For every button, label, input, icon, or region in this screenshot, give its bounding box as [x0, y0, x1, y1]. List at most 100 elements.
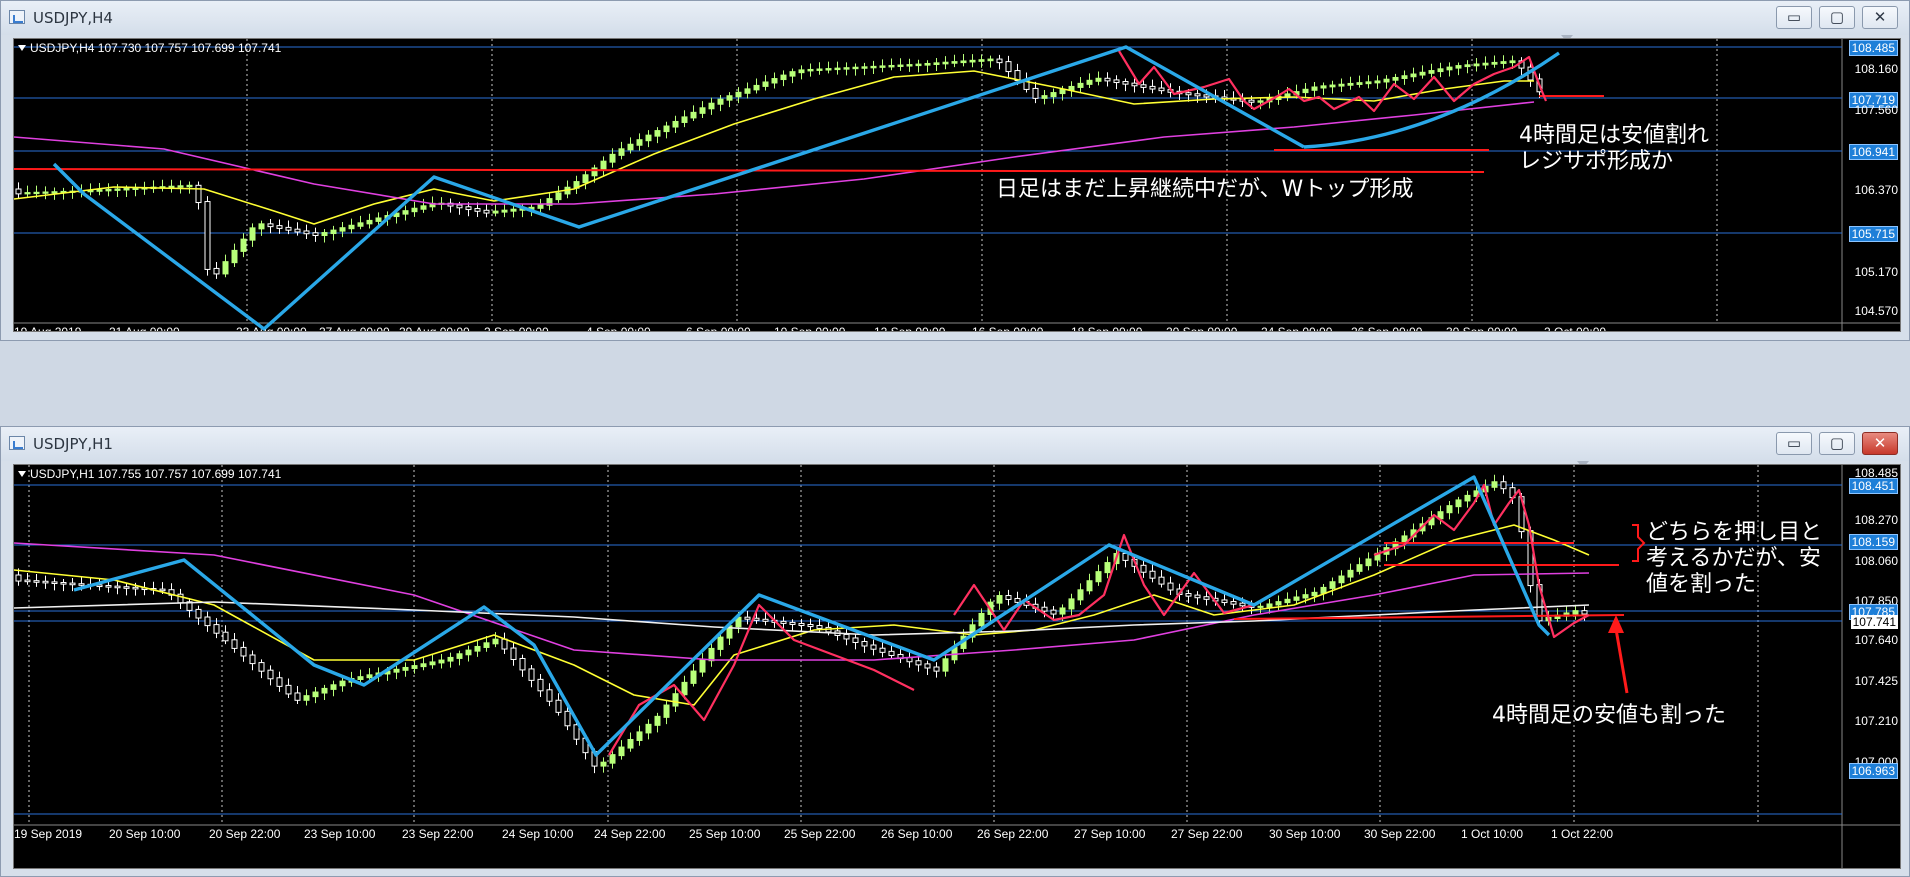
candle-body	[1455, 499, 1462, 508]
price-axis-label: 107.210	[1854, 714, 1898, 728]
price-axis-label: 108.485	[1848, 40, 1898, 56]
candle-body	[15, 574, 22, 582]
candle-body	[1239, 602, 1246, 607]
candle-body	[1446, 505, 1453, 514]
dropdown-triangle-icon[interactable]	[18, 45, 26, 51]
close-button[interactable]: ✕	[1862, 432, 1898, 455]
h4-titlebar[interactable]: USDJPY,H4 ▭ ▢ ✕	[1, 1, 1909, 35]
maximize-button[interactable]: ▢	[1819, 432, 1855, 455]
candle-body	[501, 209, 508, 213]
price-axis-label: 106.370	[1854, 183, 1898, 197]
time-axis-label: 19 Aug 2019	[14, 325, 82, 332]
candle-body	[1221, 599, 1228, 604]
candle-body	[33, 191, 40, 195]
chart-annotation-text: どちらを押し目と 考えるかだが、安 値を割った	[1646, 520, 1823, 597]
candle-body	[1122, 81, 1129, 85]
candle-body	[1131, 82, 1138, 87]
candle-body	[1401, 75, 1408, 79]
candle-body	[636, 731, 643, 741]
chart-window-icon	[9, 10, 25, 24]
h1-price-chart[interactable]: USDJPY,H1 107.755 107.757 107.699 107.74…	[13, 464, 1901, 869]
candle-body	[924, 663, 931, 669]
candle-body	[276, 677, 283, 687]
candle-body	[1428, 70, 1435, 74]
h1-chart-window[interactable]: USDJPY,H1 ▭ ▢ ✕ USDJPY,H1 107.755 107.75…	[0, 426, 1910, 877]
trend-wave-line	[73, 475, 1551, 757]
candle-body	[204, 201, 211, 270]
maximize-button[interactable]: ▢	[1819, 6, 1855, 29]
candle-body	[1041, 95, 1048, 99]
close-button[interactable]: ✕	[1862, 6, 1898, 29]
candle-body	[1275, 601, 1282, 606]
candle-body	[159, 588, 166, 592]
candle-body	[123, 586, 130, 589]
candle-body	[1338, 575, 1345, 584]
candle-body	[501, 638, 508, 650]
price-axis-label: 107.560	[1854, 103, 1898, 117]
time-axis-label: 26 Sep 10:00	[881, 827, 953, 841]
candle-body	[195, 608, 202, 619]
candle-body	[915, 660, 922, 666]
price-axis-label: 108.451	[1848, 478, 1898, 494]
candle-body	[528, 668, 535, 681]
time-axis-label: 1 Oct 10:00	[1461, 827, 1524, 841]
candle-body	[717, 636, 724, 650]
candle-body	[789, 621, 796, 625]
candle-body	[1500, 481, 1507, 490]
candle-body	[987, 58, 994, 62]
candle-body	[402, 666, 409, 671]
candle-body	[411, 665, 418, 669]
candle-body	[69, 582, 76, 586]
candle-body	[510, 647, 517, 660]
candle-body	[636, 139, 643, 146]
candle-body	[312, 691, 319, 698]
candle-body	[627, 143, 634, 151]
h4-chart-window[interactable]: USDJPY,H4 ▭ ▢ ✕ USDJPY,H4 107.730 107.75…	[0, 0, 1910, 341]
candle-body	[1086, 580, 1093, 592]
candle-body	[60, 582, 67, 585]
candle-body	[456, 204, 463, 209]
dropdown-triangle-icon[interactable]	[18, 471, 26, 477]
candle-body	[1014, 597, 1021, 603]
candle-body	[1167, 582, 1174, 591]
candle-body	[1050, 609, 1057, 615]
price-axis-label: 108.270	[1854, 513, 1898, 527]
h1-chart-canvas[interactable]	[14, 465, 1901, 869]
candle-body	[996, 595, 1003, 604]
candle-body	[798, 622, 805, 627]
candle-body	[105, 188, 112, 192]
candle-body	[861, 66, 868, 69]
zigzag-line	[608, 603, 915, 756]
minimize-button[interactable]: ▭	[1776, 432, 1812, 455]
h1-titlebar[interactable]: USDJPY,H1 ▭ ▢ ✕	[1, 427, 1909, 461]
time-axis-label: 27 Sep 22:00	[1171, 827, 1243, 841]
candle-body	[1410, 73, 1417, 78]
candle-body	[753, 84, 760, 91]
candle-body	[321, 687, 328, 694]
candle-body	[879, 647, 886, 653]
candle-body	[618, 148, 625, 156]
candle-body	[1248, 99, 1255, 103]
candle-body	[672, 693, 679, 707]
candle-body	[411, 207, 418, 213]
candle-body	[942, 658, 949, 672]
candle-body	[1302, 594, 1309, 599]
candle-body	[654, 715, 661, 726]
candle-body	[438, 659, 445, 664]
minimize-button[interactable]: ▭	[1776, 6, 1812, 29]
candle-body	[1356, 82, 1363, 85]
h4-price-chart[interactable]: USDJPY,H4 107.730 107.757 107.699 107.74…	[13, 38, 1901, 332]
candle-body	[843, 67, 850, 70]
time-axis-label: 19 Sep 2019	[14, 827, 83, 841]
h4-chart-canvas[interactable]	[14, 39, 1901, 332]
candle-body	[1464, 64, 1471, 68]
candle-body	[24, 579, 31, 583]
candle-body	[78, 583, 85, 586]
candle-body	[474, 645, 481, 652]
candle-body	[492, 210, 499, 214]
candle-body	[294, 692, 301, 701]
candle-body	[951, 61, 958, 64]
candle-body	[1338, 83, 1345, 87]
time-axis-label: 4 Sep 00:00	[586, 325, 651, 332]
candle-body	[933, 62, 940, 65]
